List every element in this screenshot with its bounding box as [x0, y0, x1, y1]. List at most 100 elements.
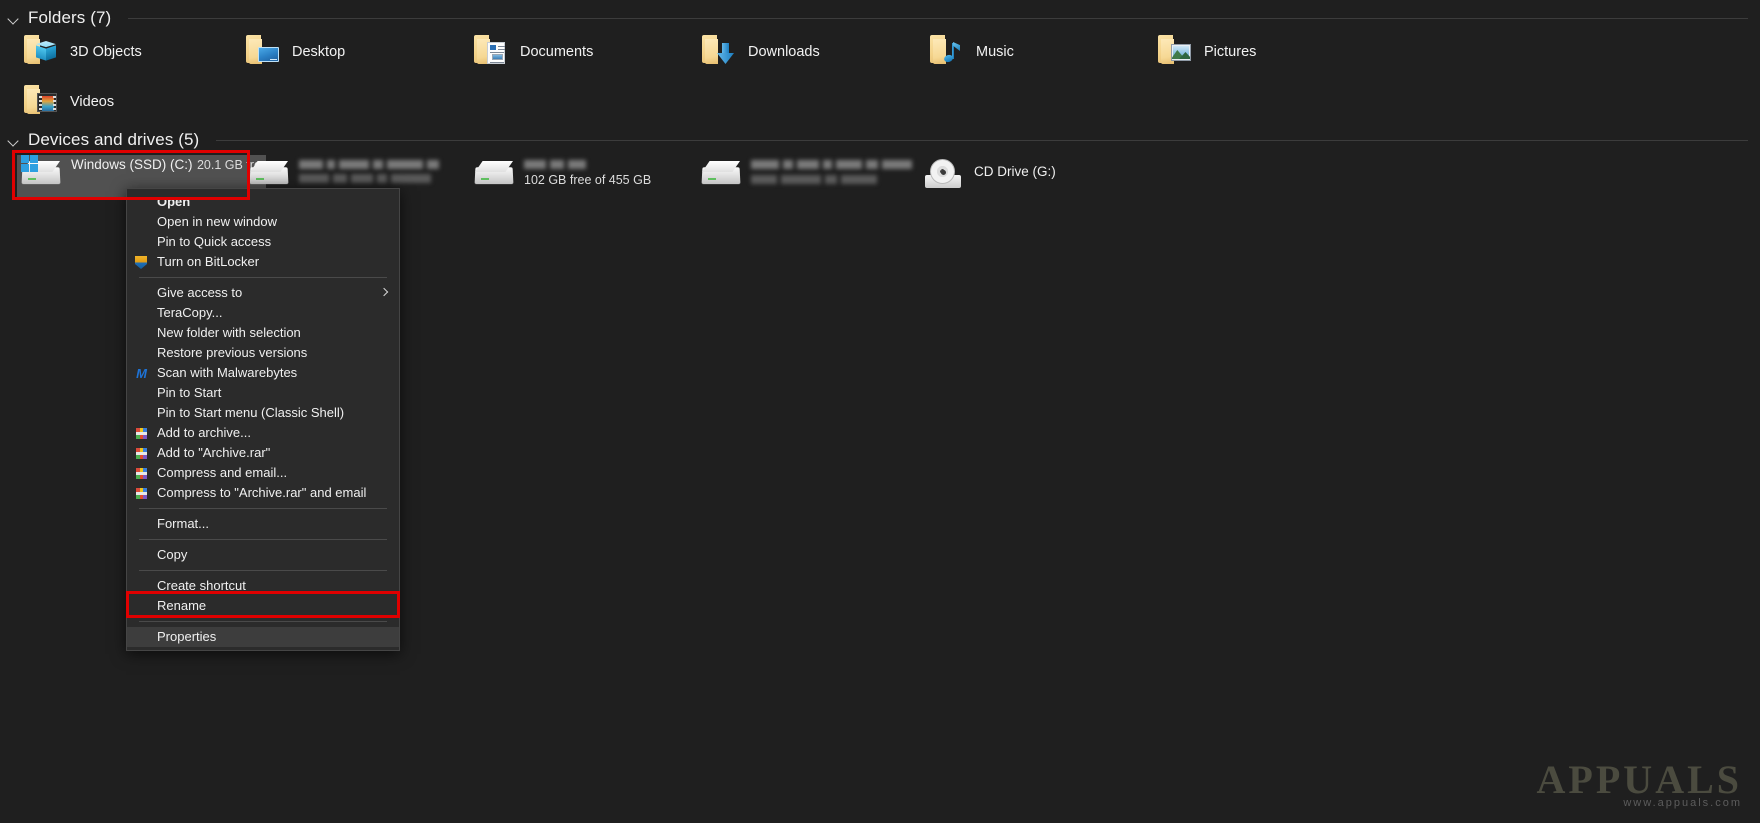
menu-label: Copy [157, 547, 188, 562]
menu-icon-none [127, 576, 157, 596]
menu-item-compress-and-email[interactable]: Compress and email... [127, 463, 399, 483]
menu-item-create-shortcut[interactable]: Create shortcut [127, 576, 399, 596]
menu-icon-none [127, 283, 157, 303]
menu-label: Compress to "Archive.rar" and email [157, 485, 367, 500]
menu-separator [139, 570, 387, 571]
hard-drive-icon [248, 155, 290, 191]
folder-tile-desktop[interactable]: Desktop [246, 33, 345, 65]
folder-music-icon [930, 33, 964, 65]
menu-item-format[interactable]: Format... [127, 514, 399, 534]
menu-icon-none [127, 343, 157, 363]
menu-label: Rename [157, 598, 207, 613]
winrar-icon [127, 423, 157, 443]
menu-item-pin-to-start-menu-classic-shell[interactable]: Pin to Start menu (Classic Shell) [127, 403, 399, 423]
menu-icon-none [127, 514, 157, 534]
menu-icon-none [127, 383, 157, 403]
drive-tile-cd-drive-g[interactable]: CD Drive (G:) [923, 155, 1056, 191]
folder-3d-objects-icon [24, 33, 58, 65]
menu-item-properties[interactable]: Properties [127, 627, 399, 647]
menu-label: Turn on BitLocker [157, 254, 260, 269]
menu-label: Add to archive... [157, 425, 251, 440]
winrar-icon [127, 443, 157, 463]
drive-name-redacted [299, 156, 443, 171]
folder-tile-documents[interactable]: Documents [474, 33, 593, 65]
menu-label: Give access to [157, 285, 243, 300]
menu-label: Add to "Archive.rar" [157, 445, 271, 460]
folder-tile-downloads[interactable]: Downloads [702, 33, 820, 65]
menu-item-teracopy[interactable]: TeraCopy... [127, 303, 399, 323]
menu-item-add-to-archive-rar[interactable]: Add to "Archive.rar" [127, 443, 399, 463]
drive-tile-windows-ssd-c[interactable]: Windows (SSD) (C:) 20.1 GB free o [20, 155, 278, 191]
group-title-drives: Devices and drives (5) [28, 130, 200, 149]
drive-name-redacted [524, 156, 651, 171]
context-menu[interactable]: Open Open in new window Pin to Quick acc… [126, 188, 400, 651]
menu-icon-none [127, 627, 157, 647]
menu-item-scan-with-malwarebytes[interactable]: M Scan with Malwarebytes [127, 363, 399, 383]
windows-logo-icon [21, 155, 39, 173]
group-header-folders[interactable]: Folders (7) [8, 8, 1748, 28]
winrar-icon [127, 483, 157, 503]
folder-label: Music [976, 44, 1014, 60]
menu-label: Scan with Malwarebytes [157, 365, 298, 380]
folder-documents-icon [474, 33, 508, 65]
chevron-down-icon[interactable] [8, 134, 21, 147]
menu-icon-none [127, 323, 157, 343]
folder-tile-music[interactable]: Music [930, 33, 1014, 65]
menu-item-give-access-to[interactable]: Give access to [127, 283, 399, 303]
menu-label: Restore previous versions [157, 345, 308, 360]
drive-name: CD Drive (G:) [974, 164, 1056, 179]
group-title-folders: Folders (7) [28, 8, 112, 27]
menu-item-restore-previous-versions[interactable]: Restore previous versions [127, 343, 399, 363]
menu-label: Create shortcut [157, 578, 246, 593]
folder-desktop-icon [246, 33, 280, 65]
menu-label: Open in new window [157, 214, 277, 229]
folder-tile-videos[interactable]: Videos [24, 83, 114, 115]
menu-separator [139, 621, 387, 622]
menu-label: New folder with selection [157, 325, 301, 340]
menu-item-compress-to-archive-rar-and-email[interactable]: Compress to "Archive.rar" and email [127, 483, 399, 503]
menu-item-add-to-archive[interactable]: Add to archive... [127, 423, 399, 443]
menu-icon-none [127, 212, 157, 232]
menu-item-pin-to-start[interactable]: Pin to Start [127, 383, 399, 403]
watermark-primary: APPUALS [1536, 757, 1742, 802]
drive-free-space-redacted [299, 171, 443, 185]
group-rule [128, 17, 1748, 19]
menu-icon-none [127, 545, 157, 565]
menu-label: Compress and email... [157, 465, 288, 480]
menu-label: Pin to Start menu (Classic Shell) [157, 405, 345, 420]
menu-icon-none [127, 303, 157, 323]
group-header-devices-and-drives[interactable]: Devices and drives (5) [8, 130, 1748, 150]
watermark-secondary: www.appuals.com [1623, 797, 1742, 809]
menu-item-new-folder-with-selection[interactable]: New folder with selection [127, 323, 399, 343]
folder-pictures-icon [1158, 33, 1192, 65]
menu-label: Open [157, 194, 191, 209]
menu-item-pin-to-quick-access[interactable]: Pin to Quick access [127, 232, 399, 252]
drive-tile-3[interactable]: 102 GB free of 455 GB [473, 155, 651, 191]
menu-item-turn-on-bitlocker[interactable]: Turn on BitLocker [127, 252, 399, 272]
drive-tile-4[interactable] [700, 155, 916, 191]
folder-label: Pictures [1204, 44, 1257, 60]
menu-item-open-in-new-window[interactable]: Open in new window [127, 212, 399, 232]
menu-item-open[interactable]: Open [127, 192, 399, 212]
folder-label: Documents [520, 44, 594, 60]
folder-videos-icon [24, 83, 58, 115]
menu-item-rename[interactable]: Rename [127, 596, 399, 616]
hard-drive-icon [700, 155, 742, 191]
menu-label: Format... [157, 516, 210, 531]
menu-label: TeraCopy... [157, 305, 223, 320]
drive-free-space: 102 GB free of 455 GB [524, 173, 652, 187]
watermark: APPUALS www.appuals.com [1537, 756, 1742, 809]
menu-icon-none [127, 232, 157, 252]
menu-icon-none [127, 192, 157, 212]
folder-tile-3d-objects[interactable]: 3D Objects [24, 33, 142, 65]
windows-drive-icon [20, 155, 62, 191]
menu-separator [139, 277, 387, 278]
folder-label: Videos [70, 94, 115, 110]
chevron-down-icon[interactable] [8, 12, 21, 25]
menu-icon-none [127, 596, 157, 616]
menu-item-copy[interactable]: Copy [127, 545, 399, 565]
drive-name-redacted-2 [751, 171, 916, 186]
folder-tile-pictures[interactable]: Pictures [1158, 33, 1256, 65]
malwarebytes-icon: M [136, 366, 147, 381]
drive-tile-2[interactable] [248, 155, 443, 191]
